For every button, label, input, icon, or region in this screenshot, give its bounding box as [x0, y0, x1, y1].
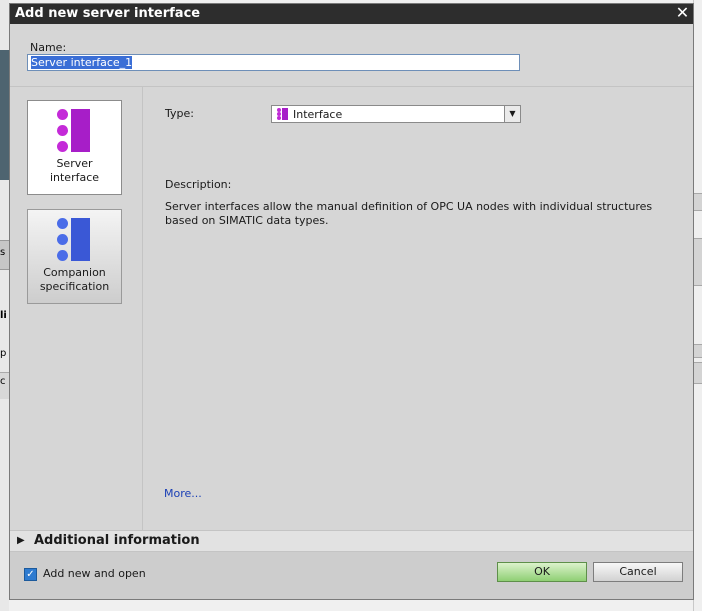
- type-select[interactable]: Interface ▼: [271, 105, 521, 123]
- background-fragment: p: [0, 348, 7, 359]
- background-band: [694, 344, 702, 358]
- interface-type-icon: [277, 108, 289, 120]
- cancel-button[interactable]: Cancel: [593, 562, 683, 582]
- add-server-interface-dialog: Add new server interface ✕ Name: Server …: [9, 3, 694, 600]
- checkmark-icon: ✓: [26, 569, 35, 580]
- description-label: Description:: [165, 178, 232, 191]
- add-new-and-open-checkbox[interactable]: ✓: [24, 568, 37, 581]
- name-input[interactable]: Server interface_1: [27, 54, 520, 71]
- background-left-edge: s li p c: [0, 0, 9, 611]
- additional-information-toggle[interactable]: ▶ Additional information: [10, 530, 693, 552]
- background-band: c: [0, 372, 9, 399]
- name-label: Name:: [30, 41, 67, 54]
- background-band: [694, 238, 702, 286]
- background-band: s: [0, 240, 9, 270]
- name-section: Name: Server interface_1: [10, 24, 693, 87]
- tile-label: Server interface: [28, 157, 121, 185]
- tile-companion-specification[interactable]: Companion specification: [27, 209, 122, 304]
- type-select-value: Interface: [293, 108, 343, 121]
- close-icon: ✕: [675, 3, 690, 22]
- background-fragment: s: [0, 247, 6, 258]
- description-text: Server interfaces allow the manual defin…: [165, 200, 653, 227]
- tile-label-line: Companion: [43, 266, 106, 279]
- dialog-title-bar: Add new server interface ✕: [10, 4, 693, 24]
- server-interface-icon: [57, 109, 93, 152]
- tile-label-line: Server: [56, 157, 93, 170]
- type-label: Type:: [165, 107, 194, 120]
- tile-label-line: specification: [39, 280, 110, 293]
- background-right-edge: [693, 0, 702, 611]
- background-band: [694, 362, 702, 384]
- dialog-footer: ✓ Add new and open OK Cancel: [10, 552, 693, 599]
- background-dark-panel: [0, 50, 9, 180]
- tile-label: Companion specification: [28, 266, 121, 294]
- background-band: [694, 193, 702, 211]
- background-fragment: c: [0, 376, 6, 387]
- close-button[interactable]: ✕: [674, 5, 691, 22]
- tile-label-line: interface: [49, 171, 100, 184]
- details-panel: Type: Interface ▼ Description: Server in…: [143, 87, 693, 530]
- ok-button[interactable]: OK: [497, 562, 587, 582]
- tile-server-interface[interactable]: Server interface: [27, 100, 122, 195]
- name-input-value: Server interface_1: [31, 56, 133, 69]
- expand-arrow-icon: ▶: [17, 535, 25, 546]
- dialog-title: Add new server interface: [15, 6, 201, 21]
- add-new-and-open-label[interactable]: Add new and open: [43, 567, 146, 580]
- interface-type-tiles: Server interface Companion specification: [10, 87, 143, 530]
- companion-specification-icon: [57, 218, 93, 261]
- additional-information-label: Additional information: [34, 533, 200, 548]
- background-fragment: li: [0, 310, 7, 321]
- chevron-down-icon[interactable]: ▼: [504, 106, 520, 122]
- more-link[interactable]: More...: [164, 487, 202, 500]
